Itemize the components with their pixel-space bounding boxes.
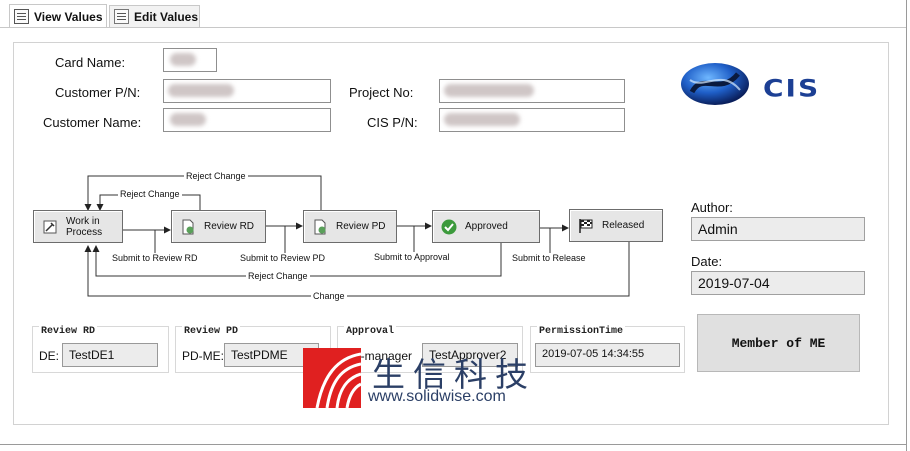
state-work-in-process[interactable]: Work in Process [33, 210, 123, 243]
checkered-flag-icon [579, 218, 593, 233]
solidwise-logo-icon [303, 348, 361, 408]
state-review-rd[interactable]: Review RD [171, 210, 266, 243]
state-released-label: Released [602, 220, 645, 231]
transition-change: Change [311, 291, 347, 301]
permission-time-field[interactable]: 2019-07-05 14:34:55 [535, 343, 680, 367]
state-review-rd-label: Review RD [204, 221, 255, 232]
group-review-rd-title: Review RD [39, 326, 98, 337]
state-work-in-process-label: Work in Process [66, 215, 103, 238]
group-review-rd: Review RD DE: TestDE1 [32, 326, 169, 373]
watermark-url: www.solidwise.com [368, 388, 506, 405]
state-review-pd-label: Review PD [336, 221, 386, 232]
transition-submit-review-rd: Submit to Review RD [110, 253, 200, 263]
member-of-me-button[interactable]: Member of ME [697, 314, 860, 372]
group-review-pd-field-label: PD-ME: [182, 349, 224, 363]
author-label: Author: [691, 200, 733, 215]
group-review-pd-title: Review PD [182, 326, 241, 337]
state-approved-label: Approved [465, 221, 508, 232]
group-permission-time: PermissionTime 2019-07-05 14:34:55 [530, 326, 685, 373]
group-permission-time-title: PermissionTime [537, 326, 626, 337]
date-label: Date: [691, 254, 723, 269]
wrench-icon [43, 220, 57, 233]
document-check-icon [314, 219, 326, 234]
check-circle-icon [441, 219, 457, 234]
transition-reject-change-bottom: Reject Change [246, 271, 310, 281]
transition-submit-approval: Submit to Approval [372, 252, 452, 262]
group-approval-title: Approval [344, 326, 397, 337]
transition-reject-change-inner: Reject Change [118, 189, 182, 199]
state-released[interactable]: Released [569, 209, 663, 242]
document-check-icon [182, 219, 194, 234]
date-field[interactable]: 2019-07-04 [691, 271, 865, 295]
group-review-rd-field-label: DE: [39, 349, 60, 363]
de-field[interactable]: TestDE1 [62, 343, 158, 367]
transition-submit-release: Submit to Release [510, 253, 588, 263]
state-review-pd[interactable]: Review PD [303, 210, 397, 243]
transition-reject-change-outer: Reject Change [184, 171, 248, 181]
transition-submit-review-pd: Submit to Review PD [238, 253, 328, 263]
author-field[interactable]: Admin [691, 217, 865, 241]
state-approved[interactable]: Approved [432, 210, 540, 243]
